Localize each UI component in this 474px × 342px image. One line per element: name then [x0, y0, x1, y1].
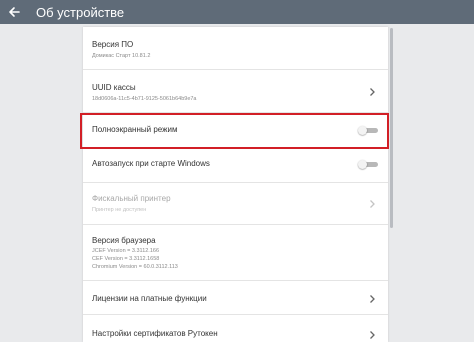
browser-version-label: Версия браузера: [92, 236, 156, 245]
uuid-label: UUID кассы: [92, 83, 136, 92]
scrollbar[interactable]: [390, 28, 393, 228]
browser-version-item: Версия браузера JCEF Version = 3.3112.16…: [83, 225, 388, 281]
chevron-right-icon: [370, 295, 375, 303]
fullscreen-toggle[interactable]: [358, 126, 378, 135]
uuid-value: 18d0606a-11c5-4b71-9125-5061b64b9e7a: [92, 96, 197, 102]
chevron-right-icon: [370, 200, 375, 208]
fiscal-printer-item[interactable]: Фискальный принтер Принтер не доступен: [83, 183, 388, 225]
firmware-version-value: Домикас Старт 10.81.2: [92, 53, 151, 59]
firmware-version-item: Версия ПО Домикас Старт 10.81.2: [83, 27, 388, 70]
toggle-knob: [358, 160, 367, 169]
autostart-label: Автозапуск при старте Windows: [92, 159, 210, 168]
chromium-version: Chromium Version = 60.0.3112.113: [92, 264, 178, 270]
page-title: Об устройстве: [36, 4, 125, 20]
cef-version: CEF Version = 3.3112.1658: [92, 256, 160, 262]
firmware-version-label: Версия ПО: [92, 40, 134, 49]
fiscal-printer-status: Принтер не доступен: [92, 207, 147, 213]
chevron-right-icon: [370, 331, 375, 339]
uuid-item[interactable]: UUID кассы 18d0606a-11c5-4b71-9125-5061b…: [83, 70, 388, 113]
chevron-right-icon: [370, 88, 375, 96]
autostart-item[interactable]: Автозапуск при старте Windows: [83, 149, 388, 183]
rutoken-label: Настройки сертификатов Рутокен: [92, 329, 218, 338]
settings-list: Версия ПО Домикас Старт 10.81.2 UUID кас…: [83, 27, 388, 342]
fiscal-printer-label: Фискальный принтер: [92, 194, 171, 203]
rutoken-item[interactable]: Настройки сертификатов Рутокен: [83, 315, 388, 342]
jcef-version: JCEF Version = 3.3112.166: [92, 248, 160, 254]
top-app-bar: Об устройстве: [0, 0, 474, 24]
licenses-item[interactable]: Лицензии на платные функции: [83, 281, 388, 315]
autostart-toggle[interactable]: [358, 160, 378, 169]
arrow-left-icon: [9, 7, 20, 17]
licenses-label: Лицензии на платные функции: [92, 294, 207, 303]
toggle-knob: [358, 126, 367, 135]
fullscreen-mode-item[interactable]: Полноэкранный режим: [83, 113, 388, 149]
back-button[interactable]: [0, 0, 28, 24]
fullscreen-mode-label: Полноэкранный режим: [92, 125, 178, 134]
